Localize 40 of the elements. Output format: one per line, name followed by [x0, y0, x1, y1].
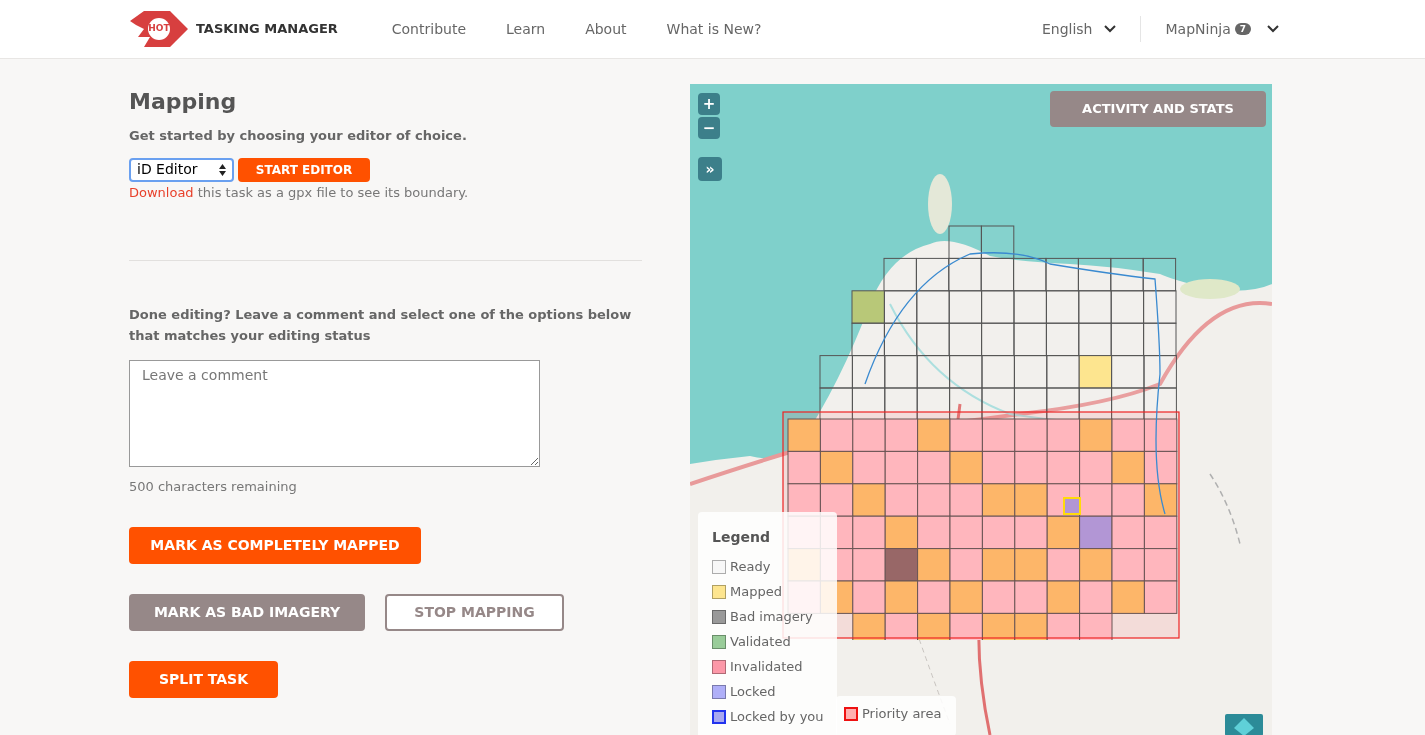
legend-label: Priority area	[862, 705, 942, 723]
legend-label: Locked	[730, 683, 776, 701]
comment-field[interactable]: Leave a comment	[129, 360, 540, 467]
legend-label: Locked by you	[730, 708, 824, 726]
nav-link[interactable]: Learn	[506, 18, 546, 40]
action-button[interactable]: STOP MAPPING	[385, 593, 564, 631]
stepper-icon	[219, 163, 226, 176]
nav-link[interactable]: About	[585, 18, 627, 40]
nav-link[interactable]: What is New?	[666, 18, 762, 40]
characters-remaining: 500 characters remaining	[129, 478, 298, 496]
done-editing-prompt: Done editing? Leave a comment and select one of the options below that matches your editing status	[129, 306, 633, 345]
chevron-down-icon	[1267, 25, 1279, 33]
action-button[interactable]: SPLIT TASK	[129, 660, 278, 698]
zoom-out-button[interactable]: −	[698, 117, 720, 139]
layers-icon[interactable]	[1225, 714, 1263, 735]
editor-select[interactable]: iD Editor	[129, 157, 234, 182]
zoom-in-button[interactable]: +	[698, 93, 720, 115]
chevron-down-icon	[1104, 25, 1117, 33]
expand-button[interactable]: »	[698, 157, 722, 181]
legend-label: Mapped	[730, 583, 782, 601]
legend-label: Bad imagery	[730, 608, 813, 626]
legend-label: Validated	[730, 633, 791, 651]
download-link[interactable]: Download	[129, 184, 194, 200]
legend-label: Invalidated	[730, 658, 803, 676]
activity-stats-button[interactable]: ACTIVITY AND STATS	[1050, 91, 1266, 127]
map[interactable]: + − » ACTIVITY AND STATS Legend Ready Mapped Bad imagery Validated Invalidated Locked Locked by you Priority area	[690, 84, 1272, 735]
action-button[interactable]: MARK AS BAD IMAGERY	[129, 593, 365, 631]
instruction-text: Get started by choosing your editor of choice.	[129, 127, 468, 145]
brand-name[interactable]: TASKING MANAGER	[196, 19, 338, 39]
language-dropdown[interactable]: English	[1041, 16, 1142, 42]
legend-title: Legend	[712, 528, 771, 547]
logo-icon[interactable]: HOT	[130, 11, 188, 47]
section-title: Mapping	[129, 88, 238, 116]
download-text: Download this task as a gpx file to see its boundary.	[129, 183, 470, 202]
action-button[interactable]: MARK AS COMPLETELY MAPPED	[129, 526, 421, 564]
notification-badge: 7	[1234, 23, 1251, 35]
user-menu[interactable]: MapNinja 7	[1141, 18, 1279, 40]
nav-link[interactable]: Contribute	[391, 18, 466, 40]
start-editor-button[interactable]: START EDITOR	[238, 157, 370, 182]
legend-label: Ready	[730, 558, 771, 576]
